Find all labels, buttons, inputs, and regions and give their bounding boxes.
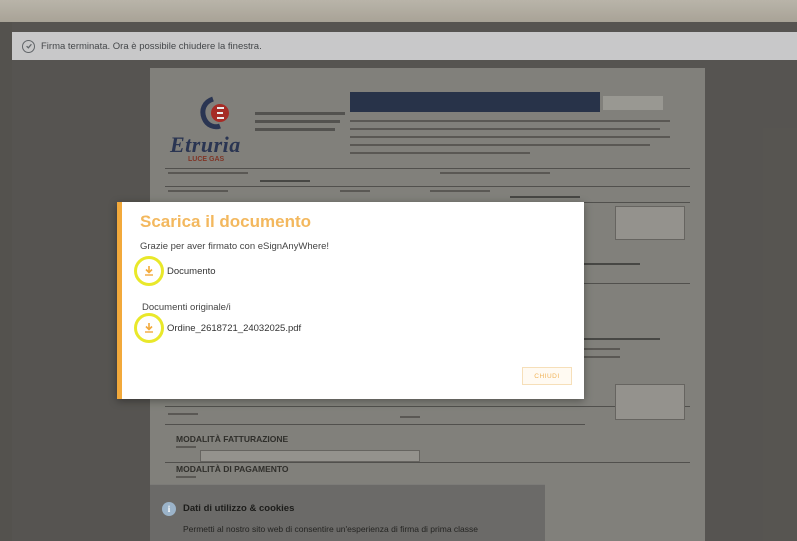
- download-row-order-pdf: Ordine_2618721_24032025.pdf: [134, 313, 301, 343]
- download-button-document[interactable]: [134, 256, 164, 286]
- download-icon: [145, 266, 153, 276]
- info-icon: i: [162, 502, 176, 516]
- original-documents-label: Documenti originale/i: [142, 302, 231, 313]
- dialog-title: Scarica il documento: [140, 212, 311, 231]
- cookie-banner: i Dati di utilizzo & cookies Permetti al…: [150, 484, 545, 541]
- download-dialog: Scarica il documento Grazie per aver fir…: [117, 202, 584, 399]
- dialog-subtitle: Grazie per aver firmato con eSignAnyWher…: [140, 241, 330, 252]
- download-icon: [145, 323, 153, 333]
- close-button[interactable]: CHIUDI: [522, 367, 572, 385]
- download-button-order-pdf[interactable]: [134, 313, 164, 343]
- cookie-banner-title: Dati di utilizzo & cookies: [183, 503, 295, 514]
- download-row-document: Documento: [134, 256, 216, 286]
- download-label-document: Documento: [167, 265, 216, 277]
- download-label-order-pdf: Ordine_2618721_24032025.pdf: [167, 322, 302, 334]
- cookie-banner-text: Permetti al nostro sito web di consentir…: [183, 524, 479, 534]
